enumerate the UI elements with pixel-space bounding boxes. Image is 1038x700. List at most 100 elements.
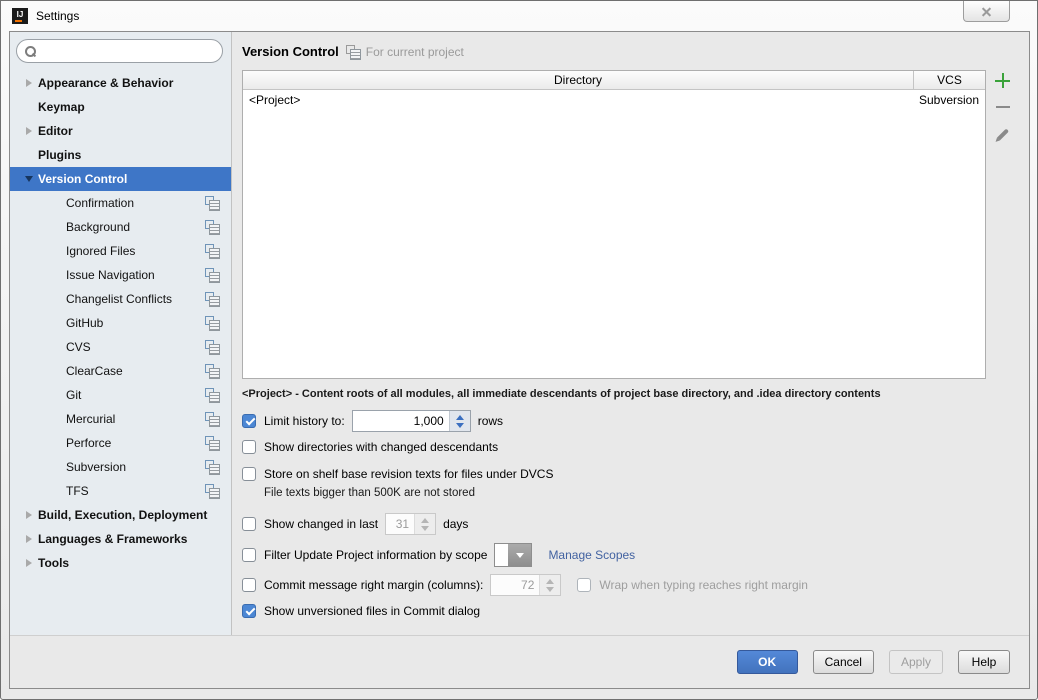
store-shelf-note: File texts bigger than 500K are not stor… [264,487,1019,499]
scope-dropdown[interactable] [494,543,532,567]
store-shelf-checkbox[interactable] [242,467,256,481]
chevron-right-icon[interactable] [26,535,32,543]
sidebar-item-keymap[interactable]: Keymap [10,95,231,119]
spinner-buttons [539,575,560,595]
spinner-up-icon [421,518,429,523]
store-shelf-label: Store on shelf base revision texts for f… [264,467,553,481]
dialog-content: Appearance & Behavior Keymap Editor Plug… [9,31,1030,689]
sidebar-item-editor[interactable]: Editor [10,119,231,143]
sidebar-item-ignored-files[interactable]: Ignored Files [10,239,231,263]
column-header-vcs[interactable]: VCS [913,71,985,89]
sidebar-item-subversion[interactable]: Subversion [10,455,231,479]
wrap-typing-label: Wrap when typing reaches right margin [599,578,808,592]
show-changed-suffix: days [443,517,468,531]
intellij-logo-text: IJ [17,11,24,19]
ok-button[interactable]: OK [737,650,798,674]
chevron-down-icon[interactable] [25,176,33,182]
limit-history-label: Limit history to: [264,414,345,428]
sidebar-item-appearance-behavior[interactable]: Appearance & Behavior [10,71,231,95]
search-box[interactable] [16,39,223,63]
show-unversioned-checkbox[interactable] [242,604,256,618]
filter-scope-checkbox[interactable] [242,548,256,562]
spinner-buttons[interactable] [449,411,470,431]
close-button[interactable] [963,1,1010,22]
table-row[interactable]: <Project> Subversion [243,90,985,110]
limit-history-suffix: rows [478,414,503,428]
dropdown-button[interactable] [508,544,531,566]
sidebar-item-changelist-conflicts[interactable]: Changelist Conflicts [10,287,231,311]
cell-vcs: Subversion [913,93,985,107]
chevron-right-icon[interactable] [26,79,32,87]
spinner-down-icon[interactable] [456,423,464,428]
chevron-down-icon [516,553,524,558]
chevron-right-icon[interactable] [26,559,32,567]
remove-icon[interactable] [996,106,1010,108]
sidebar-item-github[interactable]: GitHub [10,311,231,335]
manage-scopes-link[interactable]: Manage Scopes [548,548,635,562]
option-store-shelf: Store on shelf base revision texts for f… [242,467,1019,481]
cell-directory: <Project> [243,93,913,107]
chevron-right-icon[interactable] [26,511,32,519]
wrap-typing-checkbox[interactable] [577,578,591,592]
sidebar-item-git[interactable]: Git [10,383,231,407]
page-title: Version Control [242,44,339,59]
current-project-icon [205,412,218,425]
commit-margin-checkbox[interactable] [242,578,256,592]
cancel-button[interactable]: Cancel [813,650,874,674]
edit-pencil-icon[interactable] [996,128,1008,140]
show-directories-checkbox[interactable] [242,440,256,454]
sidebar-item-tfs[interactable]: TFS [10,479,231,503]
help-button[interactable]: Help [958,650,1010,674]
current-project-icon [346,45,359,58]
sidebar-item-version-control[interactable]: Version Control [10,167,231,191]
show-unversioned-label: Show unversioned files in Commit dialog [264,604,480,618]
current-project-icon [205,460,218,473]
show-changed-input[interactable] [386,514,414,534]
close-icon [981,6,992,17]
show-changed-checkbox[interactable] [242,517,256,531]
sidebar-item-cvs[interactable]: CVS [10,335,231,359]
limit-history-input[interactable] [353,411,449,431]
current-project-icon [205,196,218,209]
commit-margin-input[interactable] [491,575,539,595]
limit-history-spinner [352,410,471,432]
current-project-icon [205,436,218,449]
current-project-icon [205,340,218,353]
directory-vcs-table[interactable]: Directory VCS <Project> Subversion [242,70,986,379]
sidebar-item-tools[interactable]: Tools [10,551,231,575]
chevron-right-icon[interactable] [26,127,32,135]
settings-sidebar: Appearance & Behavior Keymap Editor Plug… [10,32,232,635]
panel-header: Version Control For current project [242,44,1019,59]
version-control-panel: Version Control For current project Dire… [232,32,1029,635]
column-header-directory[interactable]: Directory [243,71,913,89]
option-filter-scope: Filter Update Project information by sco… [242,543,1019,567]
search-icon [24,45,37,58]
table-toolbar [986,70,1019,141]
commit-margin-spinner [490,574,561,596]
sidebar-item-mercurial[interactable]: Mercurial [10,407,231,431]
option-show-directories: Show directories with changed descendant… [242,440,1019,454]
limit-history-checkbox[interactable] [242,414,256,428]
sidebar-item-issue-navigation[interactable]: Issue Navigation [10,263,231,287]
sidebar-item-perforce[interactable]: Perforce [10,431,231,455]
current-project-icon [205,292,218,305]
option-show-unversioned: Show unversioned files in Commit dialog [242,604,1019,618]
sidebar-item-clearcase[interactable]: ClearCase [10,359,231,383]
commit-margin-label: Commit message right margin (columns): [264,578,483,592]
current-project-icon [205,268,218,281]
table-body: <Project> Subversion [243,90,985,378]
search-input[interactable] [41,40,222,62]
spinner-up-icon[interactable] [456,415,464,420]
table-header-row: Directory VCS [243,71,985,90]
sidebar-item-plugins[interactable]: Plugins [10,143,231,167]
add-icon[interactable] [995,73,1010,88]
sidebar-item-background[interactable]: Background [10,215,231,239]
show-changed-spinner [385,513,436,535]
show-changed-label: Show changed in last [264,517,378,531]
sidebar-item-build-execution-deployment[interactable]: Build, Execution, Deployment [10,503,231,527]
apply-button[interactable]: Apply [889,650,943,674]
window-title: Settings [36,9,79,23]
sidebar-item-confirmation[interactable]: Confirmation [10,191,231,215]
sidebar-item-languages-frameworks[interactable]: Languages & Frameworks [10,527,231,551]
option-show-changed: Show changed in last days [242,513,1019,535]
